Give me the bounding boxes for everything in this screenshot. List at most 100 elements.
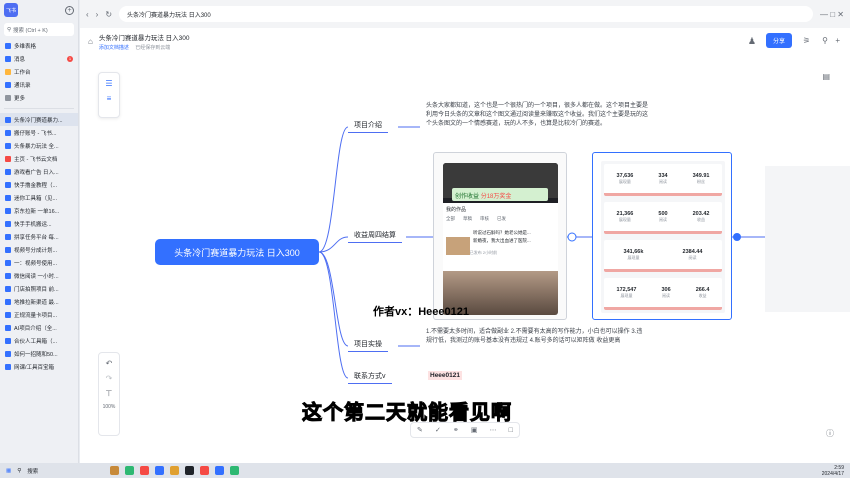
panel-toggle-icon[interactable]: ▤ (822, 72, 830, 81)
stat-value: 349.91 (692, 172, 710, 179)
more-icon[interactable]: ⋯ (490, 426, 497, 434)
sidebar-doc-item[interactable]: 游戏看广告 日入... (0, 165, 78, 178)
text-icon[interactable]: ✎ (417, 426, 423, 434)
forward-icon[interactable]: › (96, 10, 99, 19)
sidebar-nav-item[interactable]: 消息 1 (0, 52, 78, 65)
sidebar-doc-item[interactable]: 网课/工具百宝箱 (0, 360, 78, 373)
avatar[interactable]: 飞书 (4, 3, 18, 17)
search-icon[interactable]: ⚲ (822, 36, 828, 45)
sidebar-doc-item[interactable]: 合伙人工具箱（... (0, 334, 78, 347)
video-subtitle: 这个第二天就能看见啊 (302, 402, 512, 425)
sidebar-doc-item[interactable]: 视频号分成计划... (0, 243, 78, 256)
zoom-level[interactable]: 100% (99, 404, 119, 410)
sidebar-nav-item[interactable]: 工作台 (0, 65, 78, 78)
link-icon[interactable]: ⚭ (453, 426, 459, 434)
sidebar-search[interactable]: ⚲ 搜索 (Ctrl + K) (4, 23, 74, 36)
add-description-link[interactable]: 添加文档描述 (99, 45, 129, 51)
undo-icon[interactable]: ↶ (99, 359, 119, 368)
stats-screenshot-node[interactable]: 37,636 展现量 334 阅读 349.91 粉丝 21,366 展现量 500 阅读 203.… (592, 152, 732, 320)
wps-icon[interactable] (140, 466, 150, 475)
image-icon[interactable]: ▣ (471, 426, 478, 434)
phone-article-line: 新婚夜，我大出血进了医院... (473, 238, 531, 243)
folder-icon[interactable] (170, 466, 180, 475)
taskbar-search[interactable]: 搜索 (27, 467, 38, 475)
share-button[interactable]: 分享 (765, 33, 792, 48)
stat-label: 收益 (697, 216, 706, 222)
back-icon[interactable]: ‹ (86, 10, 89, 19)
windows-icon[interactable]: ▦ (6, 468, 11, 474)
save-status: 已经保存到云端 (135, 44, 171, 51)
unread-badge: 1 (67, 55, 73, 62)
sidebar-doc-label: 头条暴力玩法 全... (14, 143, 59, 150)
home-icon[interactable]: ⌂ (88, 37, 93, 46)
doc-icon (5, 298, 11, 305)
node-revenue[interactable]: 收益周四结算 (348, 228, 402, 243)
address-bar[interactable]: 头条冷门赛道暴力玩法 日入300 (119, 6, 814, 22)
contact-value[interactable]: Heee0121 (428, 371, 462, 380)
sidebar-nav-item[interactable]: 更多 (0, 91, 78, 104)
system-clock[interactable]: 2:59 2024/4/17 (822, 465, 844, 477)
refresh-icon[interactable]: ↻ (105, 10, 112, 19)
sidebar-doc-item[interactable]: 快手撸金教程（... (0, 178, 78, 191)
sidebar-nav-item[interactable]: 多维表格 (0, 39, 78, 52)
sidebar-doc-item[interactable]: AI项目介绍（全... (0, 321, 78, 334)
wechat-icon[interactable] (230, 466, 240, 475)
stat-cell: 341,66k 展现量 (624, 249, 644, 261)
sidebar-doc-item[interactable]: 京东拉新 一单16... (0, 204, 78, 217)
bottom-toolbar: ✎ ✓ ⚭ ▣ ⋯ □ (410, 422, 520, 438)
taskbar-search-icon[interactable]: ⚲ (17, 468, 21, 474)
fit-icon[interactable]: ⊤ (99, 389, 119, 398)
help-icon[interactable]: ⓘ (826, 428, 834, 439)
sidebar: 飞书 + ⚲ 搜索 (Ctrl + K) 多维表格 消息 1 工作台 通讯录 更多 头条冷… (0, 0, 79, 463)
phone-screenshot-node[interactable]: 创作收益 分18万奖金 我的作品 全部 草稿 审核 已发 听说过石斛吗？她老公她… (433, 152, 567, 320)
bell-icon[interactable]: ⚞ (803, 36, 810, 45)
feishu-icon[interactable] (215, 466, 225, 475)
app-icon[interactable] (200, 466, 210, 475)
phone-thumbnail (446, 237, 470, 255)
node-contact[interactable]: 联系方式v (348, 369, 392, 384)
sidebar-doc-item[interactable]: 快手手机搬运... (0, 217, 78, 230)
sidebar-nav-item[interactable]: 通讯录 (0, 78, 78, 91)
practice-text[interactable]: 1.不需要太多时间，适合做副业 2.不需要有太高的写作能力，小白也可以操作 3.… (426, 328, 648, 346)
app-icon[interactable] (125, 466, 135, 475)
doc-icon (5, 81, 11, 88)
sidebar-doc-item[interactable]: 如何一招随和50... (0, 347, 78, 360)
stat-cell: 334 阅读 (658, 173, 667, 185)
sidebar-doc-item[interactable]: 搬仔账号 - 飞书... (0, 126, 78, 139)
node-practice[interactable]: 项目实操 (348, 337, 388, 352)
sidebar-doc-item[interactable]: 头条暴力玩法 全... (0, 139, 78, 152)
app-icon[interactable] (155, 466, 165, 475)
add-icon[interactable]: + (835, 36, 840, 45)
check-icon[interactable]: ✓ (435, 426, 441, 434)
collaborator-avatar[interactable]: ♟ (748, 36, 756, 47)
sidebar-doc-label: 合伙人工具箱（... (14, 338, 58, 345)
sidebar-doc-item[interactable]: 拼享任务平台 每... (0, 230, 78, 243)
app-icon[interactable] (110, 466, 120, 475)
intro-text[interactable]: 头条大家都知道，这个也是一个很热门的一个项目，很多人都在做。这个项目主要是利用今… (426, 102, 648, 129)
sidebar-doc-item[interactable]: 微信阅读 一小时... (0, 269, 78, 282)
app-icon[interactable] (185, 466, 195, 475)
phone-tabs: 全部 草稿 审核 已发 (443, 216, 558, 222)
page-title[interactable]: 头条冷门赛道暴力玩法 日入300 (99, 32, 190, 42)
stat-value: 334 (658, 172, 668, 179)
doc-icon (5, 233, 11, 240)
window-controls[interactable]: — □ ✕ (820, 10, 844, 19)
doc-icon (5, 129, 11, 136)
sidebar-doc-item[interactable]: 主页 - 飞书云文档 (0, 152, 78, 165)
mindmap-root[interactable]: 头条冷门赛道暴力玩法 日入300 (155, 239, 319, 265)
mindmap-canvas[interactable]: ☰ ≡ 头条冷门赛道暴力玩法 日入300 项目介绍 收益周四结算 项目实操 联系… (80, 56, 850, 463)
sidebar-doc-label: 快手手机搬运... (14, 221, 52, 228)
redo-icon[interactable]: ↷ (99, 374, 119, 383)
sidebar-doc-item[interactable]: 门店拍照项目 前... (0, 282, 78, 295)
sidebar-doc-item[interactable]: 地推拉新渠道 最... (0, 295, 78, 308)
sidebar-doc-item[interactable]: 一：视频号使用... (0, 256, 78, 269)
comment-icon[interactable]: □ (509, 427, 513, 434)
phone-content: 我的作品 全部 草稿 审核 已发 听说过石斛吗？她老公她是... 新婚夜，我大出… (443, 203, 558, 315)
stat-label: 收益 (698, 292, 707, 298)
sidebar-doc-item[interactable]: 迷你工具箱（见... (0, 191, 78, 204)
sidebar-doc-item[interactable]: 正规流量卡项目... (0, 308, 78, 321)
share-label: 分享 (772, 39, 785, 45)
sidebar-doc-item[interactable]: 头条冷门赛道暴力... (0, 113, 78, 126)
node-intro[interactable]: 项目介绍 (348, 118, 388, 133)
new-icon[interactable]: + (65, 5, 74, 15)
